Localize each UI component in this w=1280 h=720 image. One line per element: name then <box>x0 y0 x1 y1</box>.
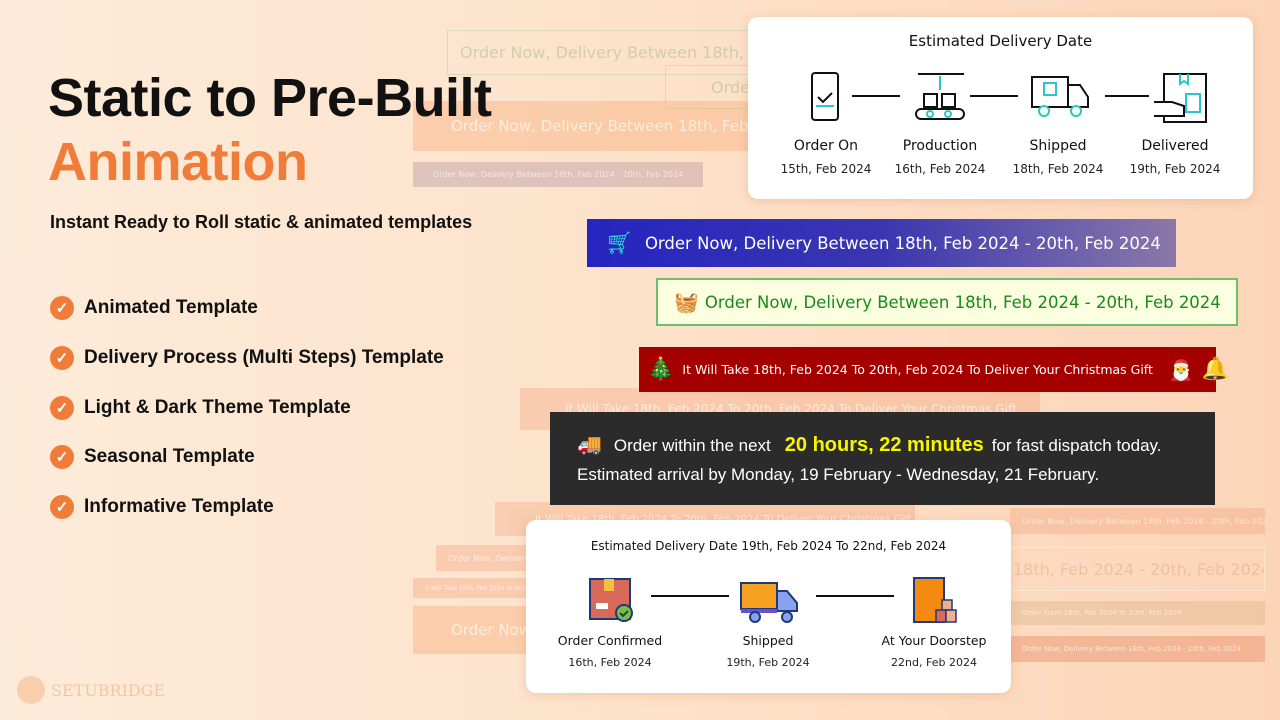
faded-text: Order Now, Delivery Between 18th, Feb 20… <box>1022 516 1265 526</box>
delivery-steps-card: Estimated Delivery Date Order On 15th, Fe… <box>748 17 1253 199</box>
faded-text: Order Now <box>451 621 532 639</box>
feature-item: ✓ Animated Template <box>50 296 258 320</box>
step-date: 16th, Feb 2024 <box>894 162 986 176</box>
bells-icon: 🔔 <box>1201 357 1230 382</box>
step-date: 19th, Feb 2024 <box>1129 162 1221 176</box>
faded-banner: Order Now <box>413 606 533 654</box>
check-icon: ✓ <box>50 346 74 370</box>
basket-icon: 🧺 <box>674 290 699 314</box>
countdown-timer: 20 hours, 22 minutes <box>784 434 984 456</box>
step-label: Shipped <box>742 633 794 648</box>
brand-name: SETUBRIDGE <box>51 680 166 700</box>
hand-box-icon <box>1154 73 1207 123</box>
banner-text: It Will Take 18th, Feb 2024 To 20th, Feb… <box>682 362 1153 377</box>
step-date: 19th, Feb 2024 <box>726 656 810 669</box>
step-date: 22nd, Feb 2024 <box>891 656 977 669</box>
faded-banner: Order Now, Delivery Between 18th, Feb 20… <box>436 545 536 571</box>
check-icon: ✓ <box>50 445 74 469</box>
banner-text: Order Now, Delivery Between 18th, Feb 20… <box>644 233 1161 253</box>
feature-label: Seasonal Template <box>84 446 255 467</box>
feature-item: ✓ Light & Dark Theme Template <box>50 396 351 420</box>
step-label: Order Confirmed <box>557 633 663 648</box>
feature-item: ✓ Seasonal Template <box>50 445 255 469</box>
faded-text: 18th, Feb 2024 - 20th, Feb 2024 <box>1013 559 1265 579</box>
estimated-arrival: Estimated arrival by Monday, 19 February… <box>577 465 1100 484</box>
check-icon: ✓ <box>50 296 74 320</box>
faded-text: Order From 18th, Feb 2024 To 20th, Feb 2… <box>1022 609 1182 617</box>
step-date: 16th, Feb 2024 <box>568 656 652 669</box>
step-label: Order On <box>793 138 859 154</box>
check-icon: ✓ <box>50 495 74 519</box>
santa-icon: 🎅 <box>1168 357 1194 382</box>
phone-check-icon <box>811 72 839 121</box>
step-label: Production <box>902 138 978 154</box>
conveyor-icon <box>915 73 965 120</box>
banner-dark: 🚚 Order within the next 20 hours, 22 min… <box>550 412 1215 505</box>
banner-text: Order Now, Delivery Between 18th, Feb 20… <box>704 292 1221 312</box>
countdown-prefix: Order within the next <box>613 436 771 455</box>
check-icon: ✓ <box>50 396 74 420</box>
truck-icon <box>740 582 798 623</box>
step-date: 18th, Feb 2024 <box>1012 162 1104 176</box>
page-title: Static to Pre-Built Animation <box>48 66 492 194</box>
box-check-icon <box>589 578 633 622</box>
faded-text: Order Now, Delivery Between 18th, Feb 20… <box>448 553 536 563</box>
faded-text: It Will Take 18th, Feb 2024 To 20th, Feb… <box>425 584 533 592</box>
faded-text: Order Now, Delivery Between 18th, Feb 20… <box>1022 645 1241 653</box>
title-line-1: Static to Pre-Built <box>48 68 492 128</box>
step-date: 15th, Feb 2024 <box>780 162 872 176</box>
banner-blue: 🛒︎ Order Now, Delivery Between 18th, Feb… <box>587 219 1176 267</box>
countdown-suffix: for fast dispatch today. <box>991 436 1162 455</box>
truck-icon <box>1031 76 1089 117</box>
christmas-tree-icon: 🎄 <box>647 357 675 382</box>
feature-label: Animated Template <box>84 297 258 318</box>
step-label: Delivered <box>1141 138 1209 154</box>
faded-text: Order Now, Delivery Between 18th, Feb 20… <box>451 117 748 135</box>
door-boxes-icon <box>913 577 957 623</box>
banner-christmas: 🎄 It Will Take 18th, Feb 2024 To 20th, F… <box>639 347 1229 392</box>
card-title: Estimated Delivery Date <box>908 32 1093 50</box>
feature-label: Light & Dark Theme Template <box>84 397 351 418</box>
faded-text: Orde <box>711 77 750 97</box>
brand-logo: SETUBRIDGE <box>17 676 165 704</box>
feature-item: ✓ Delivery Process (Multi Steps) Template <box>50 346 444 370</box>
faded-banner: 18th, Feb 2024 - 20th, Feb 2024 <box>1010 547 1265 591</box>
faded-banner: Order Now, Delivery Between 18th, Feb 20… <box>1010 636 1265 662</box>
card-title: Estimated Delivery Date 19th, Feb 2024 T… <box>590 539 947 553</box>
feature-item: ✓ Informative Template <box>50 495 274 519</box>
cart-icon: 🛒︎ <box>605 230 633 256</box>
faded-banner: It Will Take 18th, Feb 2024 To 20th, Feb… <box>413 578 533 598</box>
truck-icon: 🚚 <box>577 434 602 456</box>
faded-text: Order Now, Delivery Between 18th, Feb 20… <box>460 43 776 62</box>
feature-label: Delivery Process (Multi Steps) Template <box>84 347 444 368</box>
title-line-2: Animation <box>48 132 308 192</box>
faded-banner: Order Now, Delivery Between 18th, Feb 20… <box>1010 508 1265 534</box>
faded-banner: Order From 18th, Feb 2024 To 20th, Feb 2… <box>1010 601 1265 625</box>
subtitle: Instant Ready to Roll static & animated … <box>50 212 473 232</box>
delivery-steps-card-bottom: Estimated Delivery Date 19th, Feb 2024 T… <box>526 520 1011 693</box>
feature-label: Informative Template <box>84 496 274 517</box>
step-label: Shipped <box>1029 138 1087 154</box>
step-label: At Your Doorstep <box>881 633 987 648</box>
leaf-logo-icon <box>17 676 45 704</box>
banner-green: 🧺 Order Now, Delivery Between 18th, Feb … <box>656 278 1238 326</box>
